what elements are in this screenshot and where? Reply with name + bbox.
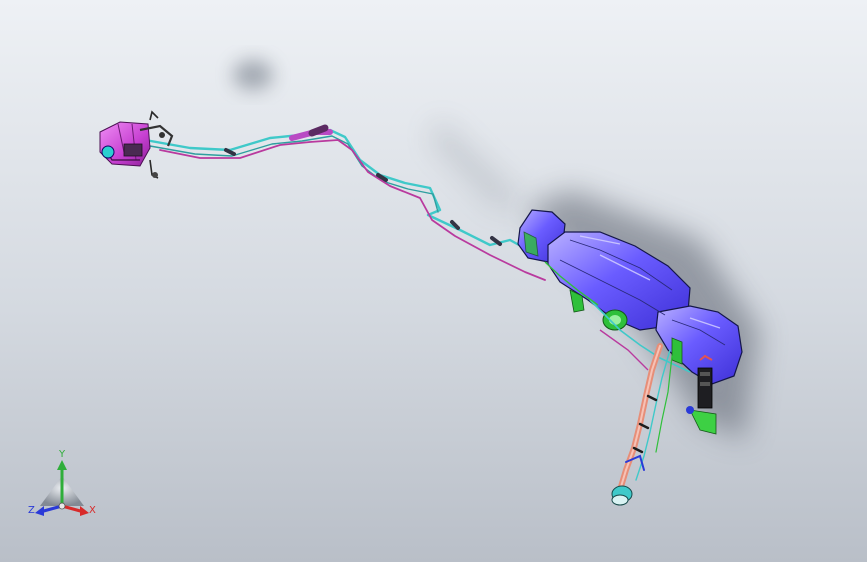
vapor-line-cyan	[143, 128, 530, 252]
fuel-tank-assembly[interactable]	[517, 209, 743, 435]
evap-canister[interactable]	[99, 110, 174, 179]
fuel-lines-group[interactable]	[143, 124, 546, 281]
x-arrow-icon	[80, 506, 89, 516]
z-axis-label: Z	[28, 505, 35, 516]
z-arrow-icon	[35, 506, 44, 516]
y-axis-label: Y	[59, 449, 66, 460]
model-canvas[interactable]	[0, 0, 867, 562]
shadow-group	[233, 60, 760, 440]
filler-neck[interactable]	[611, 343, 673, 506]
fuel-line-magenta	[159, 139, 546, 281]
coordinate-triad: Y Z X	[22, 448, 106, 524]
line-connector-1	[224, 148, 236, 156]
x-axis-label: X	[89, 505, 96, 516]
y-arrow-icon	[57, 460, 67, 470]
hose-fitting	[308, 124, 329, 137]
graphics-viewport[interactable]: Y Z X	[0, 0, 867, 562]
